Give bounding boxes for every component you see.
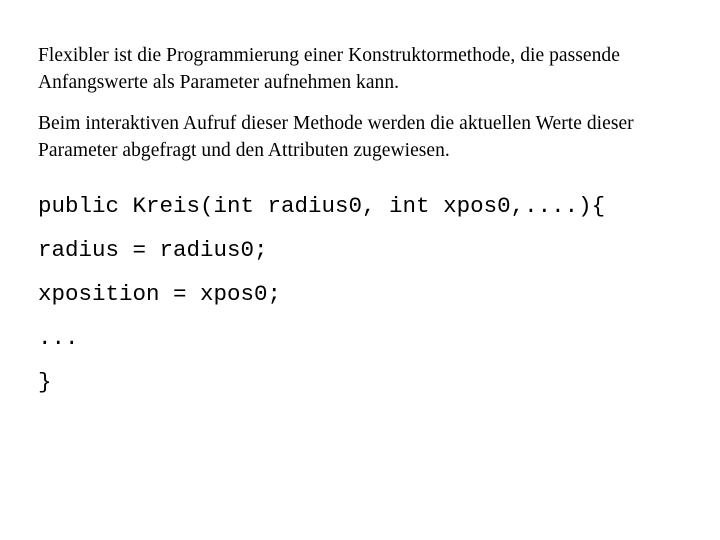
explanation-paragraph: Beim interaktiven Aufruf dieser Methode … <box>38 113 634 161</box>
code-block: public Kreis(int radius0, int xpos0,....… <box>38 184 690 404</box>
code-line-constructor-signature: public Kreis(int radius0, int xpos0,....… <box>38 193 606 219</box>
intro-paragraph: Flexibler ist die Programmierung einer K… <box>38 45 620 93</box>
code-line-ellipsis: ... <box>38 325 79 351</box>
code-line-closing-brace: } <box>38 369 52 395</box>
code-line-radius-assignment: radius = radius0; <box>38 237 268 263</box>
slide-canvas: Flexibler ist die Programmierung einer K… <box>0 0 720 540</box>
code-line-xposition-assignment: xposition = xpos0; <box>38 281 282 307</box>
